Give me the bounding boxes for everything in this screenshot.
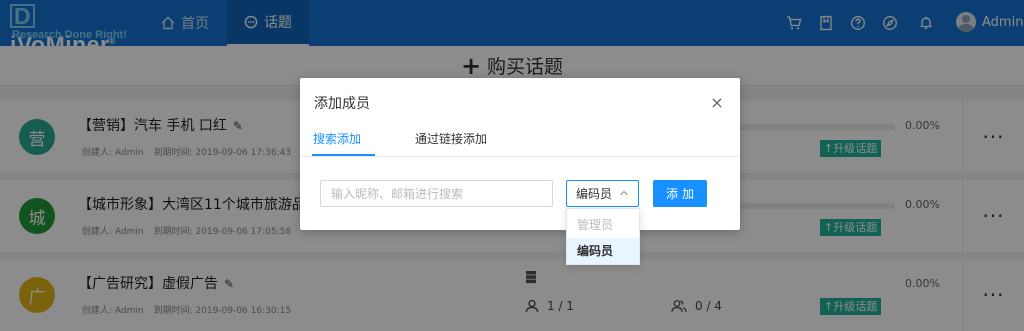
add-button[interactable]: 添加: [653, 180, 707, 207]
tab-search-add[interactable]: 搜索添加: [313, 130, 361, 147]
add-member-dialog: 添加成员 × 搜索添加 通过链接添加 编码员 添加: [300, 78, 740, 230]
dialog-title: 添加成员: [314, 96, 370, 112]
tab-link-add[interactable]: 通过链接添加: [415, 130, 487, 147]
chevron-up-icon: [620, 190, 628, 196]
member-search-input[interactable]: [320, 180, 553, 207]
role-select-value: 编码员: [576, 187, 613, 201]
role-option-coder[interactable]: 编码员: [567, 238, 639, 264]
role-dropdown: 管理员 编码员: [566, 208, 640, 265]
role-option-admin: 管理员: [577, 218, 614, 232]
close-icon[interactable]: ×: [708, 93, 726, 112]
dialog-tabs: 搜索添加 通过链接添加: [300, 122, 740, 157]
active-tab-indicator: [312, 154, 375, 156]
role-select[interactable]: 编码员: [566, 180, 639, 207]
